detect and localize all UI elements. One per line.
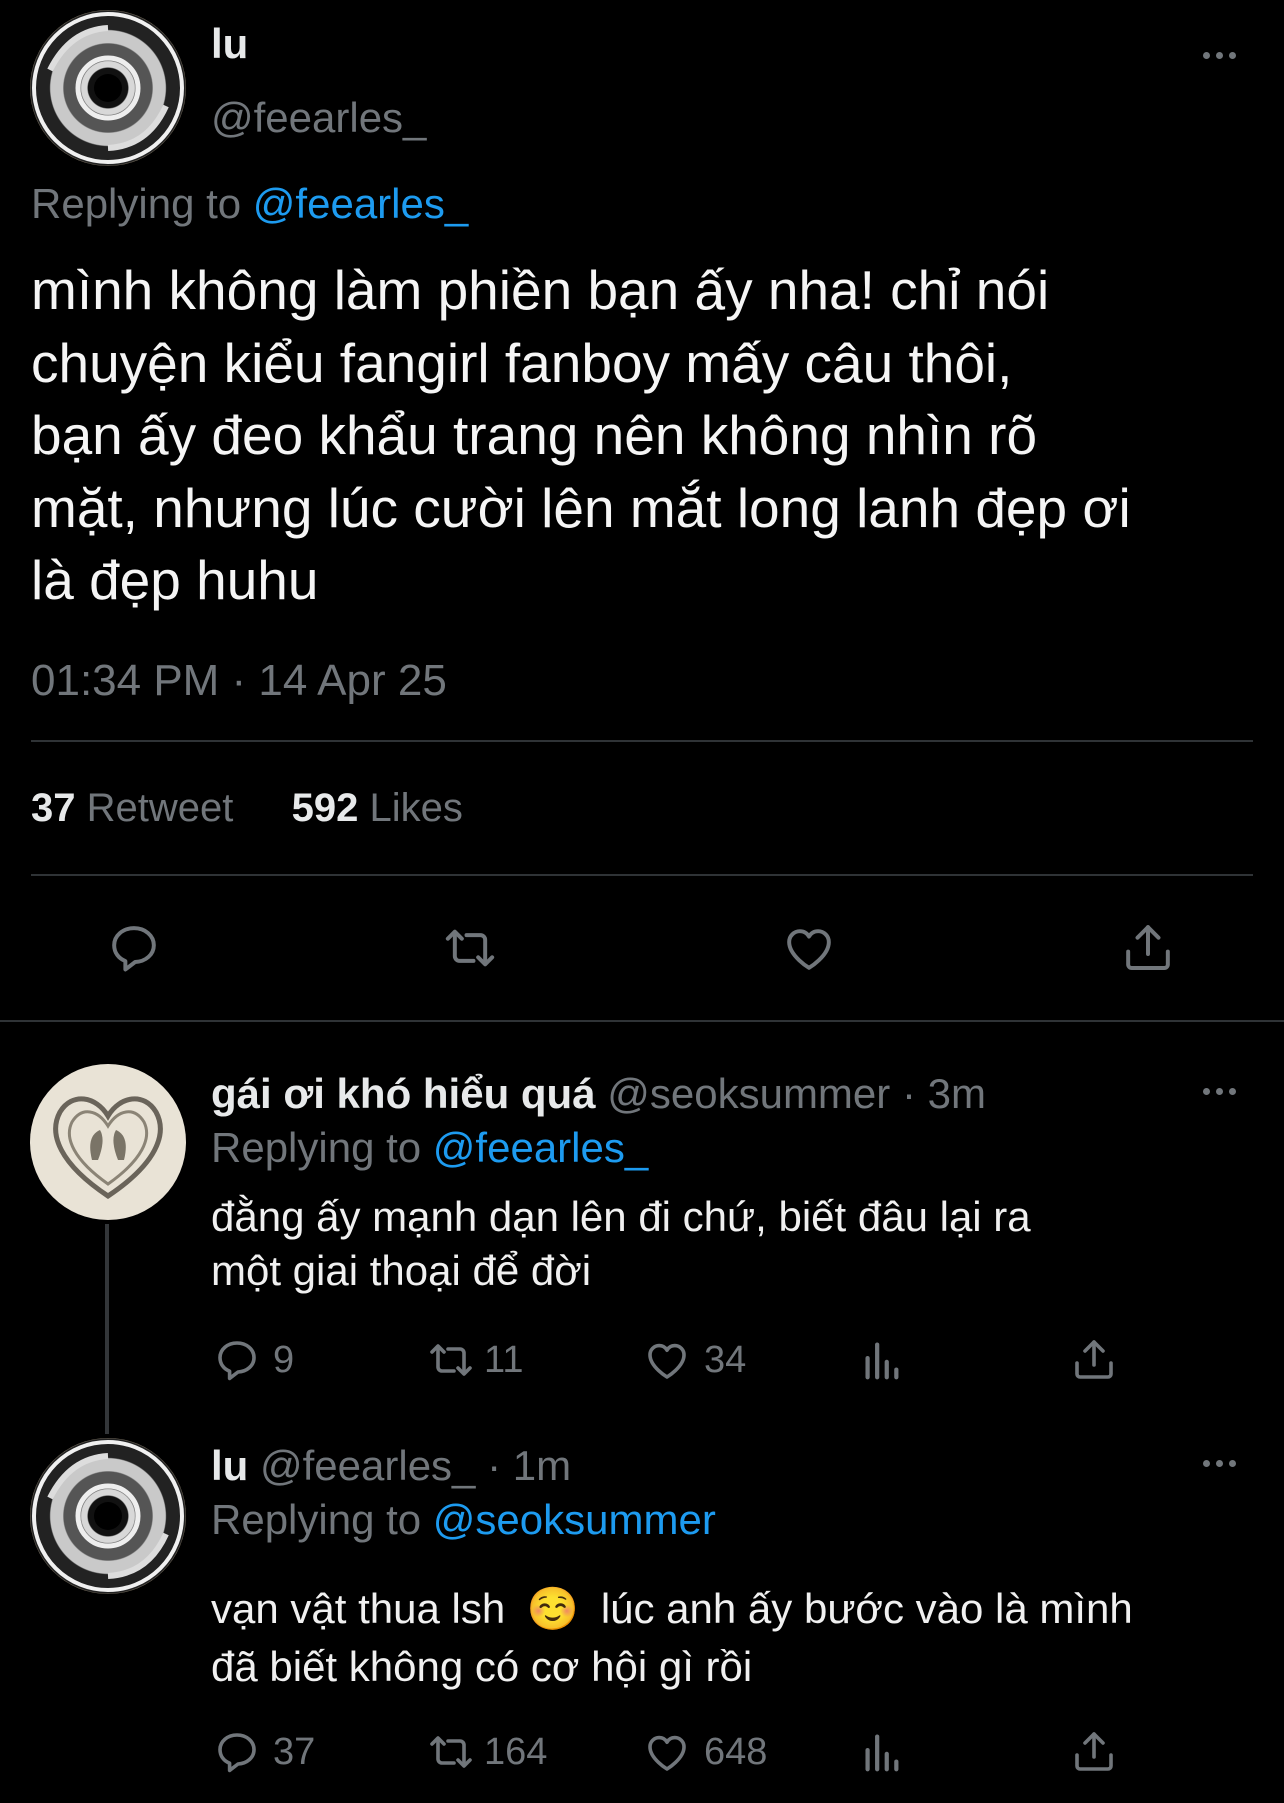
like-icon (648, 1735, 686, 1771)
retweet-count: 11 (484, 1338, 524, 1381)
reply-text-line: đã biết không có cơ hội gì rồi (211, 1643, 753, 1690)
retweet-button[interactable]: 11 (424, 1336, 523, 1384)
like-button[interactable] (780, 920, 838, 976)
more-options-icon[interactable] (1203, 1460, 1236, 1467)
replying-to-label: Replying to (31, 180, 242, 227)
retweet-icon (445, 929, 495, 967)
tweet-text-line: bạn ấy đeo khẩu trang nên không nhìn rõ (31, 404, 1038, 466)
tweet-text-line: là đẹp huhu (31, 549, 319, 611)
reply-count: 37 (273, 1730, 316, 1773)
replying-to-label: Replying to (211, 1496, 422, 1543)
tweet-timestamp: 01:34 PM · 14 Apr 25 (31, 656, 447, 705)
like-icon (787, 929, 831, 970)
author-handle[interactable]: @seoksummer (607, 1070, 890, 1117)
analytics-button[interactable] (858, 1336, 904, 1384)
author-handle[interactable]: @feearles_ (211, 94, 426, 142)
reply-text-segment: vạn vật thua lsh (211, 1585, 506, 1632)
like-count: 34 (704, 1338, 747, 1381)
reply-text-segment: lúc anh ấy bước vào là mình (600, 1585, 1133, 1632)
share-icon (1075, 1732, 1113, 1771)
more-options-icon[interactable] (1203, 52, 1236, 59)
retweet-count: 164 (484, 1730, 548, 1773)
divider (0, 1020, 1284, 1022)
reply-text: vạn vật thua lsh ☺️ lúc anh ấy bước vào … (211, 1580, 1133, 1696)
share-icon (1126, 925, 1170, 970)
replying-to: Replying to @seoksummer (211, 1496, 716, 1544)
reply-icon (218, 1341, 256, 1381)
share-button[interactable] (1070, 1334, 1118, 1384)
tweet-stats: 37 Retweet 592 Likes (31, 786, 463, 831)
avatar-swans-heart-icon (53, 1096, 163, 1200)
analytics-icon (865, 1342, 899, 1380)
more-options-icon[interactable] (1203, 1088, 1236, 1095)
tweet-text-line: mình không làm phiền bạn ấy nha! chỉ nói (31, 259, 1050, 321)
reply-icon (218, 1733, 256, 1773)
likes-count[interactable]: 592 (292, 786, 359, 830)
reply-text: đằng ấy mạnh dạn lên đi chứ, biết đâu lạ… (211, 1190, 1031, 1298)
analytics-icon (865, 1734, 899, 1772)
avatar[interactable] (30, 1438, 186, 1594)
divider (31, 874, 1253, 876)
avatar[interactable] (30, 1064, 186, 1220)
avatar-disc-icon (32, 1440, 184, 1592)
author-display-name[interactable]: gái ơi khó hiểu quá (211, 1070, 596, 1117)
share-button[interactable] (1070, 1726, 1118, 1776)
replying-to: Replying to @feearles_ (31, 180, 468, 228)
author-display-name[interactable]: lu (211, 1442, 248, 1489)
like-button[interactable]: 34 (642, 1336, 746, 1384)
tweet-text-line: mặt, nhưng lúc cười lên mắt long lanh đẹ… (31, 476, 1131, 539)
retweet-label[interactable]: Retweet (87, 786, 234, 830)
retweet-icon (430, 1736, 472, 1768)
reply-time[interactable]: · 3m (902, 1070, 986, 1117)
likes-label[interactable]: Likes (370, 786, 463, 830)
tweet-text-line: chuyện kiểu fangirl fanboy mấy câu thôi, (31, 331, 1013, 394)
replying-to-handle-link[interactable]: @seoksummer (433, 1496, 716, 1543)
reply-header: lu @feearles_ · 1m (211, 1442, 571, 1490)
reply-text-line: đằng ấy mạnh dạn lên đi chứ, biết đâu lạ… (211, 1193, 1031, 1240)
like-count: 648 (704, 1730, 768, 1773)
divider (31, 740, 1253, 742)
retweet-button[interactable]: 164 (424, 1728, 547, 1776)
analytics-button[interactable] (858, 1728, 904, 1776)
reply-button[interactable]: 37 (213, 1728, 315, 1776)
replying-to: Replying to @feearles_ (211, 1124, 648, 1172)
like-icon (648, 1343, 686, 1379)
retweet-button[interactable] (440, 920, 500, 976)
avatar-disc-icon (32, 12, 184, 164)
reply-time[interactable]: · 1m (487, 1442, 571, 1489)
avatar[interactable] (30, 10, 186, 166)
retweet-count[interactable]: 37 (31, 786, 76, 830)
reply-header: gái ơi khó hiểu quá @seoksummer · 3m (211, 1070, 986, 1118)
smiling-emoji-icon: ☺️ (526, 1585, 580, 1632)
author-display-name[interactable]: lu (211, 20, 248, 68)
share-icon (1075, 1340, 1113, 1379)
retweet-icon (430, 1344, 472, 1376)
tweet-text: mình không làm phiền bạn ấy nha! chỉ nói… (31, 254, 1131, 617)
reply-icon (112, 926, 156, 972)
share-button[interactable] (1120, 918, 1176, 976)
reply-button[interactable] (106, 920, 162, 976)
replying-to-label: Replying to (211, 1124, 422, 1171)
reply-text-line: một giai thoại để đời (211, 1247, 592, 1294)
replying-to-handle-link[interactable]: @feearles_ (433, 1124, 648, 1171)
thread-line (105, 1224, 109, 1434)
reply-count: 9 (273, 1338, 295, 1381)
like-button[interactable]: 648 (642, 1728, 767, 1776)
reply-button[interactable]: 9 (213, 1336, 294, 1384)
replying-to-handle-link[interactable]: @feearles_ (253, 180, 468, 227)
author-handle[interactable]: @feearles_ (260, 1442, 475, 1489)
